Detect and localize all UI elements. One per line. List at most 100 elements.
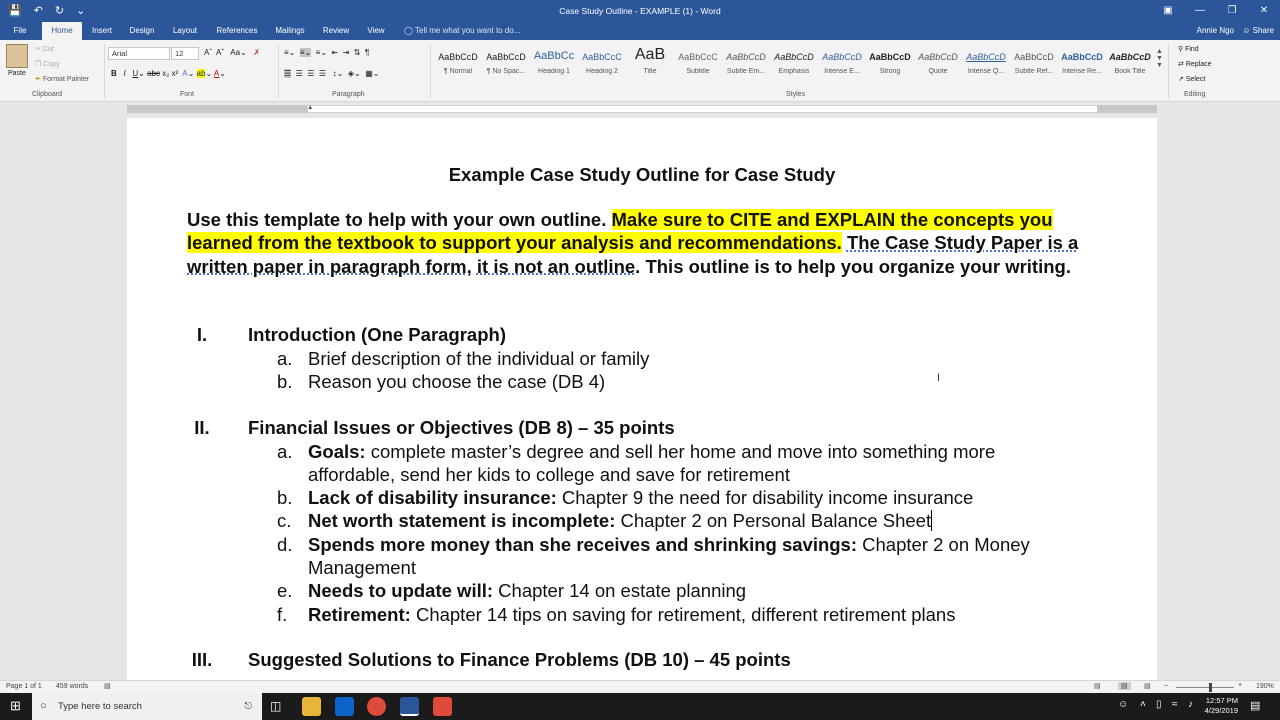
word-icon[interactable] — [400, 697, 419, 716]
zoom-slider-thumb[interactable] — [1209, 683, 1212, 692]
indent-marker-icon[interactable]: ▲ — [307, 104, 313, 111]
screencast-app-icon[interactable] — [433, 697, 452, 716]
restore-button[interactable]: ❐ — [1216, 0, 1248, 22]
tell-me-box[interactable]: ◯ Tell me what you want to do... — [404, 22, 520, 40]
tab-insert[interactable]: Insert — [86, 22, 118, 40]
highlight-icon[interactable]: ab — [196, 69, 206, 78]
style-strong[interactable]: AaBbCcD Strong — [866, 44, 914, 84]
word-count[interactable]: 459 words — [56, 683, 88, 690]
text-effects-icon[interactable]: A — [182, 69, 187, 78]
windows-start-icon[interactable]: ⊞ — [10, 698, 21, 714]
style-no-spacing[interactable]: AaBbCcD ¶ No Spac... — [482, 44, 530, 84]
zoom-out-button[interactable]: – — [1164, 682, 1168, 689]
justify-icon[interactable]: ☰ — [319, 69, 326, 78]
zoom-level[interactable]: 190% — [1256, 683, 1274, 690]
select-button[interactable]: Select — [1186, 76, 1205, 83]
battery-icon[interactable]: ▯ — [1156, 699, 1162, 710]
font-name-box[interactable]: Arial — [108, 47, 170, 60]
style-heading-2[interactable]: AaBbCcC Heading 2 — [578, 44, 626, 84]
minimize-button[interactable]: — — [1184, 0, 1216, 22]
close-button[interactable]: ✕ — [1248, 0, 1280, 22]
microphone-icon[interactable]: ⎋ — [244, 693, 252, 720]
superscript-icon[interactable]: x² — [172, 69, 179, 78]
replace-button[interactable]: Replace — [1186, 61, 1212, 68]
style-emphasis[interactable]: AaBbCcD Emphasis — [770, 44, 818, 84]
taskbar-clock[interactable]: 12:57 PM 4/29/2019 — [1205, 696, 1238, 716]
zoom-in-button[interactable]: + — [1238, 682, 1242, 689]
document-page[interactable]: Example Case Study Outline for Case Stud… — [127, 118, 1157, 680]
clear-formatting-icon[interactable]: ✗ — [253, 48, 260, 57]
align-center-icon[interactable]: ☰ — [296, 69, 303, 78]
volume-icon[interactable]: ♪ — [1188, 699, 1193, 710]
tab-home[interactable]: Home — [42, 22, 82, 40]
tab-mailings[interactable]: Mailings — [268, 22, 312, 40]
tray-chevron-icon[interactable]: ˄ — [1140, 699, 1146, 710]
vertical-scrollbar[interactable] — [1268, 116, 1280, 680]
style-book-title[interactable]: AaBbCcD Book Title — [1106, 44, 1154, 84]
sort-icon[interactable]: ⇅ — [354, 48, 361, 57]
bullets-icon[interactable]: ≡⌄ — [284, 48, 295, 57]
align-left-icon[interactable]: ☰ — [284, 69, 292, 78]
cut-button[interactable]: Cut — [43, 46, 54, 53]
tab-design[interactable]: Design — [124, 22, 160, 40]
chrome-icon[interactable] — [367, 697, 386, 716]
bold-icon[interactable]: B — [111, 69, 117, 78]
file-explorer-icon[interactable] — [302, 697, 321, 716]
style-heading-1[interactable]: AaBbCc Heading 1 — [530, 44, 578, 84]
zoom-slider[interactable] — [1176, 687, 1234, 688]
change-case-icon[interactable]: Aa⌄ — [230, 48, 247, 57]
style-subtle-emphasis[interactable]: AaBbCcD Subtle Em... — [722, 44, 770, 84]
increase-indent-icon[interactable]: ⇥ — [343, 48, 350, 57]
ribbon-display-options-icon[interactable]: ▣ — [1152, 0, 1184, 22]
tab-references[interactable]: References — [210, 22, 264, 40]
tab-file[interactable]: File — [6, 22, 34, 40]
find-button[interactable]: Find — [1185, 46, 1199, 53]
shrink-font-icon[interactable]: Aˇ — [216, 48, 224, 57]
web-layout-icon[interactable]: ▤ — [1144, 682, 1151, 690]
notification-icon[interactable]: ▤ — [1250, 699, 1260, 712]
outlook-icon[interactable] — [335, 697, 354, 716]
print-layout-icon[interactable]: ▤ — [1118, 682, 1131, 690]
tab-view[interactable]: View — [360, 22, 392, 40]
paste-icon[interactable] — [6, 44, 28, 68]
style-normal[interactable]: AaBbCcD ¶ Normal — [434, 44, 482, 84]
font-color-icon[interactable]: A — [214, 69, 219, 78]
person-tray-icon[interactable]: ☺ — [1118, 699, 1128, 710]
numbering-icon[interactable]: ≡⌄ — [299, 48, 312, 57]
paste-button[interactable]: Paste — [8, 70, 26, 77]
copy-button[interactable]: Copy — [43, 61, 59, 68]
tab-layout[interactable]: Layout — [166, 22, 204, 40]
style-intense-quote[interactable]: AaBbCcD Intense Q... — [962, 44, 1010, 84]
grow-font-icon[interactable]: Aˆ — [204, 48, 212, 57]
decrease-indent-icon[interactable]: ⇤ — [331, 48, 338, 57]
style-subtle-reference[interactable]: AaBbCcD Subtle Ref... — [1010, 44, 1058, 84]
strikethrough-icon[interactable]: abc — [147, 69, 160, 78]
styles-scroll-icon[interactable]: ▲ ▼ ▼ — [1156, 48, 1163, 69]
subscript-icon[interactable]: x₂ — [162, 69, 169, 78]
show-formatting-icon[interactable]: ¶ — [365, 48, 369, 57]
multilevel-list-icon[interactable]: ≡⌄ — [316, 48, 327, 57]
align-right-icon[interactable]: ☰ — [307, 69, 314, 78]
shading-icon[interactable]: ◈⌄ — [348, 69, 361, 78]
read-mode-icon[interactable]: ▤ — [1094, 682, 1101, 690]
tab-review[interactable]: Review — [318, 22, 354, 40]
style-subtitle[interactable]: AaBbCcC Subtitle — [674, 44, 722, 84]
user-name[interactable]: Annie Ngo — [1197, 22, 1234, 40]
font-size-box[interactable]: 12 — [171, 47, 199, 60]
style-intense-reference[interactable]: AaBbCcD Intense Re... — [1058, 44, 1106, 84]
style-title[interactable]: AaB Title — [626, 44, 674, 84]
taskbar-search-box[interactable]: ○ Type here to search ⎋ — [32, 693, 262, 720]
format-painter-button[interactable]: Format Painter — [43, 76, 89, 83]
style-intense-emphasis[interactable]: AaBbCcD Intense E... — [818, 44, 866, 84]
task-view-icon[interactable]: ◫ — [270, 699, 281, 713]
style-quote[interactable]: AaBbCcD Quote — [914, 44, 962, 84]
underline-icon[interactable]: U — [132, 69, 138, 78]
proofing-icon[interactable]: ▤ — [104, 682, 111, 690]
horizontal-ruler[interactable]: ▲ — [0, 102, 1280, 116]
borders-icon[interactable]: ▦⌄ — [365, 69, 379, 78]
line-spacing-icon[interactable]: ↕⌄ — [333, 69, 344, 78]
italic-icon[interactable]: I — [123, 69, 125, 78]
wifi-icon[interactable]: ≈ — [1172, 699, 1178, 710]
page-count[interactable]: Page 1 of 1 — [6, 683, 42, 690]
share-button[interactable]: ☺ Share — [1242, 22, 1274, 40]
